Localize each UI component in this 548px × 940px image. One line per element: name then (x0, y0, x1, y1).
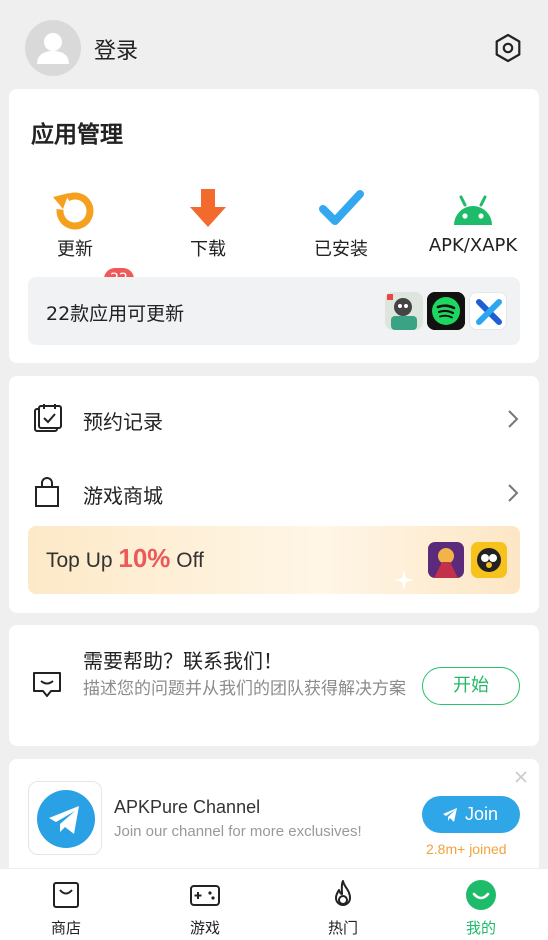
help-description: 描述您的问题并从我们的团队获得解决方案 (83, 679, 406, 699)
chevron-right-icon (508, 484, 519, 502)
start-button[interactable]: 开始 (422, 667, 520, 705)
app-thumbnail-game (385, 292, 423, 330)
x-app-icon (469, 292, 507, 330)
join-label: Join (465, 804, 499, 824)
channel-name: APKPure Channel (114, 797, 261, 817)
checkmark-icon (319, 190, 364, 225)
section-title: 应用管理 (31, 122, 123, 148)
brawl-stars-icon (471, 542, 507, 578)
sparkle-icon (394, 570, 414, 590)
topup-text: Top Up 10% Off (46, 543, 204, 574)
nav-mine[interactable]: 我的 (436, 869, 526, 940)
telegram-logo (28, 781, 102, 855)
menu-item-game-store[interactable]: 游戏商城 (9, 462, 539, 524)
tile-installed[interactable]: 已安装 (286, 181, 396, 261)
topup-promo-banner[interactable]: Top Up 10% Off (28, 526, 520, 594)
app-management-card: 应用管理 更新 22 下载 已安装 APK/XAPK 22 (9, 89, 539, 363)
tile-update[interactable]: 更新 (20, 181, 130, 261)
settings-icon[interactable] (492, 32, 524, 64)
nav-label: 游戏 (189, 919, 220, 937)
avatar[interactable] (25, 20, 81, 76)
spotify-icon (427, 292, 465, 330)
telegram-icon (37, 790, 95, 848)
topup-percent: 10% (118, 543, 171, 573)
tile-download[interactable]: 下载 (153, 181, 263, 261)
game-thumbnail-hero (428, 542, 464, 578)
flame-icon (335, 880, 351, 906)
user-icon (37, 33, 69, 64)
topup-suffix: Off (170, 549, 204, 572)
android-icon (454, 195, 492, 225)
updates-summary: 22款应用可更新 (46, 303, 185, 325)
menu-card: 预约记录 游戏商城 Top Up 10% Off (9, 376, 539, 613)
login-link[interactable]: 登录 (94, 33, 138, 65)
menu-label: 游戏商城 (83, 484, 163, 508)
nav-games[interactable]: 游戏 (160, 869, 250, 940)
smile-face-icon (466, 880, 496, 910)
updates-available-bar[interactable]: 22款应用可更新 (28, 277, 520, 345)
join-button[interactable]: Join (422, 796, 520, 833)
shopping-bag-icon (35, 477, 59, 507)
tile-label: 更新 (57, 239, 93, 260)
gamepad-icon (190, 885, 220, 906)
paper-plane-icon (443, 808, 457, 822)
nav-hot[interactable]: 热门 (298, 869, 388, 940)
tile-label: 下载 (190, 239, 226, 260)
telegram-channel-card: APKPure Channel Join our channel for mor… (9, 759, 539, 874)
menu-label: 预约记录 (83, 410, 163, 434)
profile-header: 登录 (0, 0, 548, 90)
chat-bubble-icon (33, 672, 61, 697)
store-bag-icon (53, 882, 79, 908)
tile-apk-xapk[interactable]: APK/XAPK (418, 181, 528, 261)
tile-label: 已安装 (314, 239, 368, 260)
help-title: 需要帮助？联系我们！ (83, 649, 283, 673)
tile-label: APK/XAPK (428, 235, 518, 256)
channel-subtitle: Join our channel for more exclusives! (114, 823, 362, 840)
download-arrow-icon (190, 189, 226, 227)
nav-store[interactable]: 商店 (21, 869, 111, 940)
refresh-icon (53, 192, 94, 230)
joined-count: 2.8m+ joined (426, 841, 507, 857)
calendar-check-icon (34, 404, 62, 432)
close-icon[interactable] (512, 768, 530, 786)
bottom-navigation: 商店 游戏 热门 我的 (0, 868, 548, 940)
help-card: 需要帮助？联系我们！ 描述您的问题并从我们的团队获得解决方案 开始 (9, 625, 539, 746)
menu-item-reservations[interactable]: 预约记录 (9, 388, 539, 450)
nav-label: 热门 (327, 919, 358, 937)
nav-label: 商店 (50, 919, 81, 937)
chevron-right-icon (508, 410, 519, 428)
nav-label: 我的 (465, 919, 496, 937)
topup-prefix: Top Up (46, 549, 119, 572)
